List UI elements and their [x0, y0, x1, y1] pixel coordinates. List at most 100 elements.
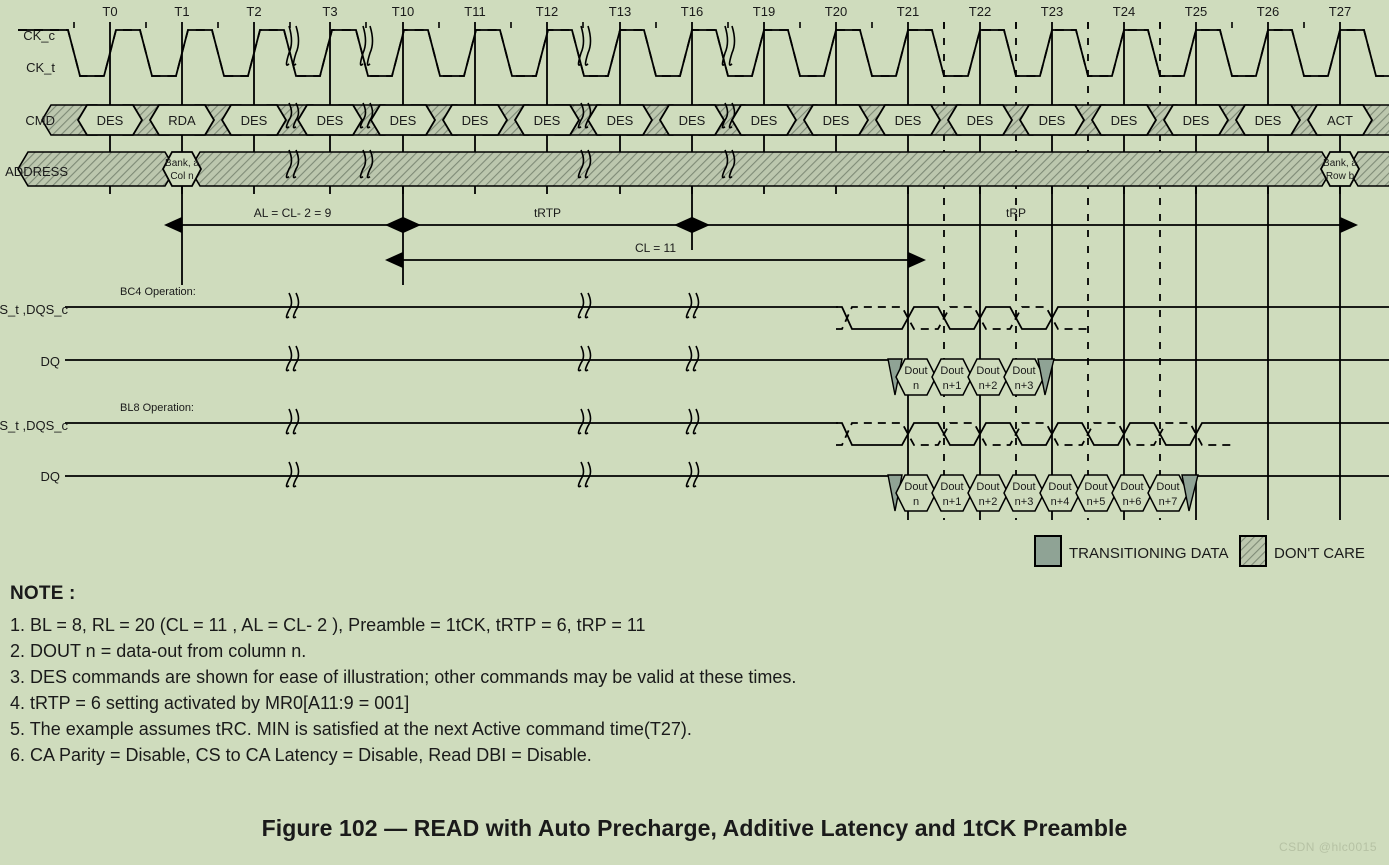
- cmd-label: DES: [607, 113, 634, 128]
- address-dont-care: [189, 151, 1333, 187]
- dq-data-label-line2: n+1: [943, 380, 962, 392]
- break-squiggle: [685, 345, 693, 372]
- timing-arrow-label: tRP: [1006, 206, 1026, 220]
- timing-arrow-label: tRTP: [534, 206, 561, 220]
- dq-data-label-line2: n+2: [979, 496, 998, 508]
- cmd-label: DES: [241, 113, 268, 128]
- note-item: 6. CA Parity = Disable, CS to CA Latency…: [10, 745, 592, 765]
- address-cell-line2: Col n: [170, 171, 193, 182]
- break-squiggle: [577, 345, 585, 372]
- dq-data-label-line1: Dout: [1012, 481, 1035, 493]
- time-marker-label: T11: [464, 4, 485, 19]
- time-marker-label: T2: [246, 4, 261, 19]
- dq-data-label-line2: n+2: [979, 380, 998, 392]
- signal-label-ck-c: CK_c: [23, 28, 55, 43]
- dq-data-label-line2: n: [913, 496, 919, 508]
- notes-block: NOTE : 1. BL = 8, RL = 20 (CL = 11 , AL …: [10, 583, 1110, 768]
- break-squiggle: [577, 25, 585, 66]
- cmd-label: RDA: [168, 113, 196, 128]
- cmd-label: DES: [1183, 113, 1210, 128]
- note-item: 3. DES commands are shown for ease of il…: [10, 667, 797, 687]
- time-marker-label: T20: [825, 4, 847, 19]
- break-squiggle: [584, 461, 592, 488]
- time-marker-label: T10: [392, 4, 414, 19]
- break-squiggle: [577, 461, 585, 488]
- signal-labels: CK_c CK_t CMD ADDRESS DQS_t ,DQS_c DQ DQS_t ,D…: [0, 28, 196, 484]
- break-squiggle: [728, 25, 736, 66]
- dq-data-label-line2: n+3: [1015, 496, 1034, 508]
- signal-label-cmd: CMD: [25, 113, 55, 128]
- time-marker-label: T24: [1113, 4, 1135, 19]
- time-marker-label: T0: [102, 4, 117, 19]
- cmd-label: DES: [317, 113, 344, 128]
- dqs-dq-waveforms: Dout n Dout n+1 Dout n+2 Dout n+3 Dout n Dout n+1 Do…: [65, 292, 1389, 512]
- break-squiggle: [366, 25, 374, 66]
- cmd-label: DES: [895, 113, 922, 128]
- dqs-t-waveform-bc4: [836, 306, 1092, 330]
- legend: TRANSITIONING DATA DON'T CARE: [1034, 535, 1365, 567]
- legend-label: TRANSITIONING DATA: [1069, 545, 1228, 562]
- dq-data-label-line2: n+6: [1123, 496, 1142, 508]
- time-marker-label: T23: [1041, 4, 1063, 19]
- time-marker-label: T25: [1185, 4, 1207, 19]
- timing-diagram: T0 T1 T2 T3 T10 T11 T12 T13 T16 T19 T20 T21 T22 T23 T2…: [0, 4, 1389, 567]
- signal-label-ck-t: CK_t: [26, 60, 55, 75]
- break-squiggle: [292, 345, 300, 372]
- time-marker-label: T22: [969, 4, 991, 19]
- cmd-label: DES: [967, 113, 994, 128]
- time-marker-label: T3: [322, 4, 337, 19]
- dq-data-label-line1: Dout: [1048, 481, 1071, 493]
- ck-c-waveform: [18, 29, 1389, 77]
- address-waveform: Bank, a Col n Bank, a Row b: [17, 149, 1389, 187]
- cmd-label: DES: [534, 113, 561, 128]
- dq-data-label-line2: n+7: [1159, 496, 1178, 508]
- break-squiggle: [692, 345, 700, 372]
- cmd-label: DES: [1255, 113, 1282, 128]
- dq-data-label-line2: n+3: [1015, 380, 1034, 392]
- cmd-label: DES: [679, 113, 706, 128]
- break-squiggle: [292, 25, 300, 66]
- dq-data-label-line1: Dout: [976, 481, 999, 493]
- timing-arrow-label: AL = CL- 2 = 9: [254, 206, 332, 220]
- dqs-t-waveform-bl8: [836, 422, 1236, 446]
- cmd-label: DES: [462, 113, 489, 128]
- signal-label-dq-bl8: DQ: [41, 469, 61, 484]
- dq-data-label-line1: Dout: [1084, 481, 1107, 493]
- note-item: 2. DOUT n = data-out from column n.: [10, 641, 307, 661]
- dq-data-label-line2: n+1: [943, 496, 962, 508]
- break-squiggle: [692, 461, 700, 488]
- dq-data-label-line1: Dout: [1012, 365, 1035, 377]
- signal-label-dq-bc4: DQ: [41, 354, 61, 369]
- break-squiggle: [721, 25, 729, 66]
- dqs-c-waveform-bl8: [836, 422, 1236, 446]
- timing-arrow-label: CL = 11: [635, 241, 676, 255]
- cmd-label: DES: [97, 113, 124, 128]
- legend-swatch-dontcare: [1239, 535, 1267, 567]
- legend-swatch-transitioning: [1034, 535, 1062, 567]
- break-squiggle: [692, 292, 700, 319]
- address-cell-line1: Bank, a: [1323, 158, 1357, 169]
- signal-label-dqs-bl8: DQS_t ,DQS_c: [0, 418, 68, 433]
- dq-data-label-line1: Dout: [940, 365, 963, 377]
- time-marker-label: T21: [897, 4, 919, 19]
- time-marker-label: T19: [753, 4, 775, 19]
- dq-data-label-line1: Dout: [904, 481, 927, 493]
- break-squiggle: [685, 408, 693, 435]
- address-cell-line1: Bank, a: [165, 158, 199, 169]
- dq-data-label-line1: Dout: [1120, 481, 1143, 493]
- break-squiggle: [584, 292, 592, 319]
- dq-data-label-line1: Dout: [1156, 481, 1179, 493]
- bl8-operation-header: BL8 Operation:: [120, 402, 194, 414]
- notes-title: NOTE :: [10, 583, 76, 604]
- dqs-c-waveform-bc4: [836, 306, 1092, 330]
- timing-arrows: AL = CL- 2 = 9 tRTP tRP CL = 11: [164, 206, 1358, 269]
- cmd-label: ACT: [1327, 113, 1353, 128]
- break-squiggle: [292, 292, 300, 319]
- ck-t-waveform: [18, 29, 1389, 77]
- break-squiggle: [292, 461, 300, 488]
- cmd-label: DES: [1111, 113, 1138, 128]
- break-squiggle: [584, 345, 592, 372]
- signal-label-dqs-bc4: DQS_t ,DQS_c: [0, 302, 68, 317]
- clock-waveform: [18, 25, 1389, 77]
- dq-data-label-line2: n: [913, 380, 919, 392]
